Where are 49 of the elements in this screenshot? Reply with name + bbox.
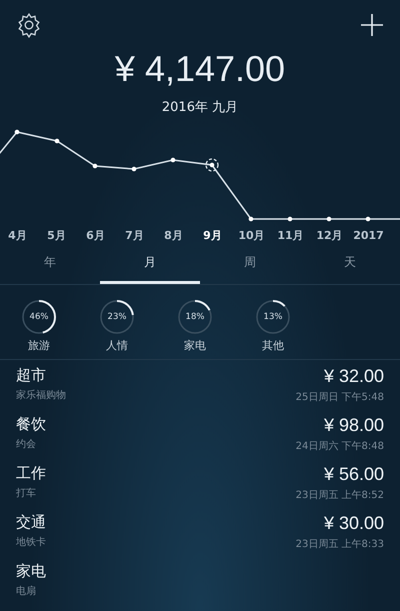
period-tab[interactable]: 月 [100, 244, 200, 284]
month-label[interactable]: 6月 [76, 228, 115, 243]
category-name: 家电 [184, 338, 206, 353]
entry-amount: ¥ 56.00 [324, 464, 384, 485]
entry-amount: ¥ 98.00 [324, 415, 384, 436]
category-name: 旅游 [28, 338, 50, 353]
entry-amount: ¥ 30.00 [324, 513, 384, 534]
entry-amount: ¥ 32.00 [324, 366, 384, 387]
total-amount: ¥ 4,147.00 [114, 48, 286, 90]
entry-time: 25日周日 下午5:48 [296, 391, 384, 404]
entry-category: 工作 [16, 464, 46, 483]
selected-point-marker[interactable] [205, 158, 219, 172]
month-label[interactable]: 8月 [154, 228, 193, 243]
add-icon[interactable] [360, 13, 384, 37]
entry-category: 交通 [16, 513, 46, 532]
entry-note: 约会 [16, 438, 36, 451]
month-label[interactable]: 2017 [349, 229, 388, 242]
entry-note: 地铁卡 [16, 536, 46, 549]
month-label[interactable]: 5月 [37, 228, 76, 243]
category-name: 其他 [262, 338, 284, 353]
percent-ring [99, 299, 135, 335]
entry-note: 打车 [16, 486, 36, 500]
entry-time: 24日周六 下午8:48 [296, 440, 384, 453]
percent-value: 18% [186, 312, 204, 322]
period-tab[interactable]: 天 [300, 244, 400, 284]
month-label[interactable]: 4月 [0, 228, 37, 243]
settings-icon[interactable] [16, 12, 42, 38]
percent-ring [177, 299, 213, 335]
month-label[interactable]: 10月 [232, 228, 271, 243]
entry-category: 餐饮 [16, 415, 46, 434]
entry-time: 23日周五 上午8:33 [296, 538, 384, 551]
month-label[interactable]: 7月 [115, 228, 154, 243]
percent-value: 13% [264, 312, 282, 322]
percent-value: 46% [30, 312, 48, 322]
percent-ring [21, 299, 57, 335]
entry-category: 超市 [16, 366, 46, 385]
period-tab[interactable]: 周 [200, 244, 300, 284]
period-tab[interactable]: 年 [0, 244, 100, 284]
entry-note: 家乐福购物 [16, 388, 66, 402]
month-label[interactable]: 12月 [310, 228, 349, 243]
entry-time: 23日周五 上午8:52 [296, 488, 384, 502]
percent-value: 23% [108, 312, 126, 322]
month-label[interactable]: 11月 [271, 228, 310, 243]
entry-note: 电扇 [16, 584, 36, 598]
period-label: 2016年 九月 [160, 99, 240, 116]
entry-category: 家电 [16, 562, 46, 581]
percent-ring [255, 299, 291, 335]
month-label[interactable]: 9月 [193, 228, 232, 243]
category-name: 人情 [106, 338, 128, 353]
